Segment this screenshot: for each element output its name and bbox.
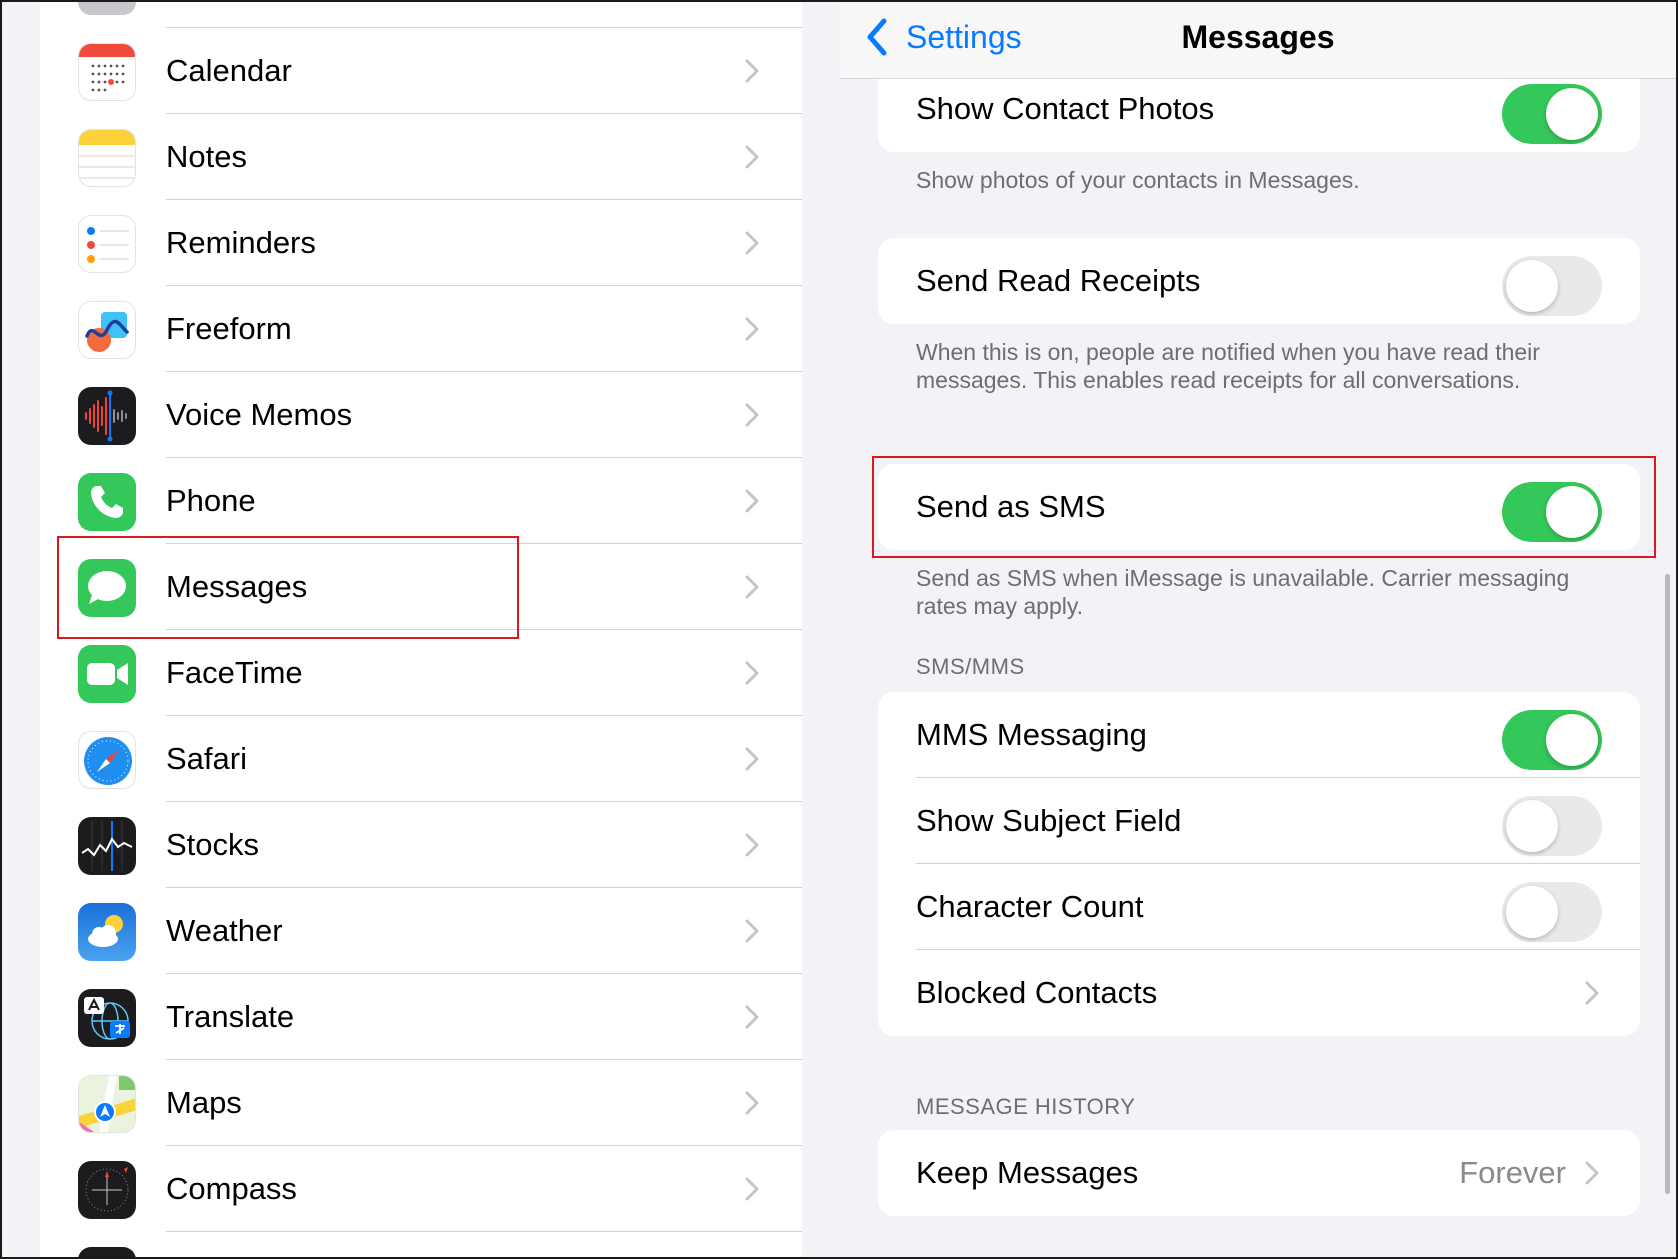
send-read-receipts-row: Send Read Receipts [878,238,1640,324]
sidebar-item-reminders[interactable]: Reminders [40,200,802,286]
voice-memos-icon [78,387,136,445]
message-history-section-header: MESSAGE HISTORY [916,1094,1136,1119]
keep-messages-label: Keep Messages [916,1155,1139,1190]
keep-messages-row[interactable]: Keep Messages Forever [878,1130,1640,1216]
sidebar-item-stocks[interactable]: Stocks [40,802,802,888]
sidebar-item-label: Compass [166,1171,297,1206]
sidebar-item-label: Stocks [166,827,260,862]
send-read-receipts-toggle[interactable] [1502,256,1602,316]
chevron-right-icon [1585,1161,1599,1185]
app-icon [78,1247,136,1257]
mms-messaging-label: MMS Messaging [916,717,1147,752]
message-history-group: Keep Messages Forever [878,1130,1640,1216]
chevron-right-icon [745,661,759,685]
facetime-icon [78,645,136,703]
notes-icon [78,129,136,187]
reminders-icon [78,215,136,273]
chevron-right-icon [745,489,759,513]
character-count-label: Character Count [916,889,1144,924]
read-receipts-group: Send Read Receipts [878,238,1640,324]
sidebar-item-label: Phone [166,483,256,518]
highlight-box-messages [57,536,519,639]
list-item-partial[interactable] [40,1232,802,1257]
mms-messaging-toggle[interactable] [1502,710,1602,770]
sidebar-item-label: FaceTime [166,655,303,690]
compass-icon [78,1161,136,1219]
list-item-partial[interactable] [40,2,802,28]
sidebar-item-label: Voice Memos [166,397,353,432]
sidebar-item-calendar[interactable]: Calendar [40,28,802,114]
send-as-sms-footer: Send as SMS when iMessage is unavailable… [916,565,1570,619]
sidebar-item-label: Maps [166,1085,242,1120]
app-icon [78,2,136,15]
show-contact-photos-footer: Show photos of your contacts in Messages… [916,167,1360,193]
sidebar-item-notes[interactable]: Notes [40,114,802,200]
chevron-right-icon [1585,981,1599,1005]
sidebar-item-freeform[interactable]: Freeform [40,286,802,372]
sidebar-item-label: Freeform [166,311,292,346]
weather-icon [78,903,136,961]
scroll-indicator[interactable] [1665,574,1670,1194]
sidebar-item-phone[interactable]: Phone [40,458,802,544]
sidebar-item-label: Calendar [166,53,292,88]
chevron-right-icon [745,145,759,169]
chevron-right-icon [745,919,759,943]
blocked-contacts-row[interactable]: Blocked Contacts [878,950,1640,1036]
mms-messaging-row: MMS Messaging [878,692,1640,778]
chevron-right-icon [745,833,759,857]
sidebar-item-translate[interactable]: Translate [40,974,802,1060]
keep-messages-value: Forever [1459,1155,1566,1190]
sidebar-item-label: Notes [166,139,247,174]
show-subject-field-row: Show Subject Field [878,778,1640,864]
freeform-icon [78,301,136,359]
phone-icon [78,473,136,531]
sms-mms-section-header: SMS/MMS [916,654,1025,679]
highlight-box-send-as-sms [872,456,1656,558]
chevron-right-icon [745,575,759,599]
send-read-receipts-label: Send Read Receipts [916,263,1201,298]
sidebar-item-label: Translate [166,999,295,1034]
chevron-right-icon [745,317,759,341]
chevron-right-icon [745,231,759,255]
safari-icon [78,731,136,789]
sidebar-item-maps[interactable]: Maps [40,1060,802,1146]
chevron-right-icon [745,1091,759,1115]
chevron-right-icon [745,59,759,83]
show-contact-photos-toggle[interactable] [1502,84,1602,144]
sidebar-item-label: Reminders [166,225,316,260]
chevron-right-icon [745,747,759,771]
sidebar-item-voice-memos[interactable]: Voice Memos [40,372,802,458]
chevron-right-icon [745,1005,759,1029]
chevron-right-icon [745,403,759,427]
blocked-contacts-label: Blocked Contacts [916,975,1158,1010]
send-read-receipts-footer: When this is on, people are notified whe… [916,339,1540,393]
sidebar-item-label: Safari [166,741,247,776]
page-title: Messages [1181,19,1335,55]
character-count-row: Character Count [878,864,1640,950]
calendar-icon [78,43,136,101]
sidebar-item-facetime[interactable]: FaceTime [40,630,802,716]
sidebar-item-weather[interactable]: Weather [40,888,802,974]
show-subject-field-label: Show Subject Field [916,803,1182,838]
messages-settings-pane: Settings Messages Show Contact Photos Sh… [840,2,1676,1257]
show-subject-field-toggle[interactable] [1502,796,1602,856]
character-count-toggle[interactable] [1502,882,1602,942]
sidebar-item-safari[interactable]: Safari [40,716,802,802]
translate-icon [78,989,136,1047]
stocks-icon [78,817,136,875]
sidebar-item-compass[interactable]: Compass [40,1146,802,1232]
maps-icon [78,1075,136,1133]
chevron-right-icon [745,1177,759,1201]
sidebar-item-label: Weather [166,913,283,948]
navigation-bar: Settings Messages [840,2,1676,79]
sms-mms-group: MMS Messaging Show Subject Field Charact… [878,692,1640,1036]
